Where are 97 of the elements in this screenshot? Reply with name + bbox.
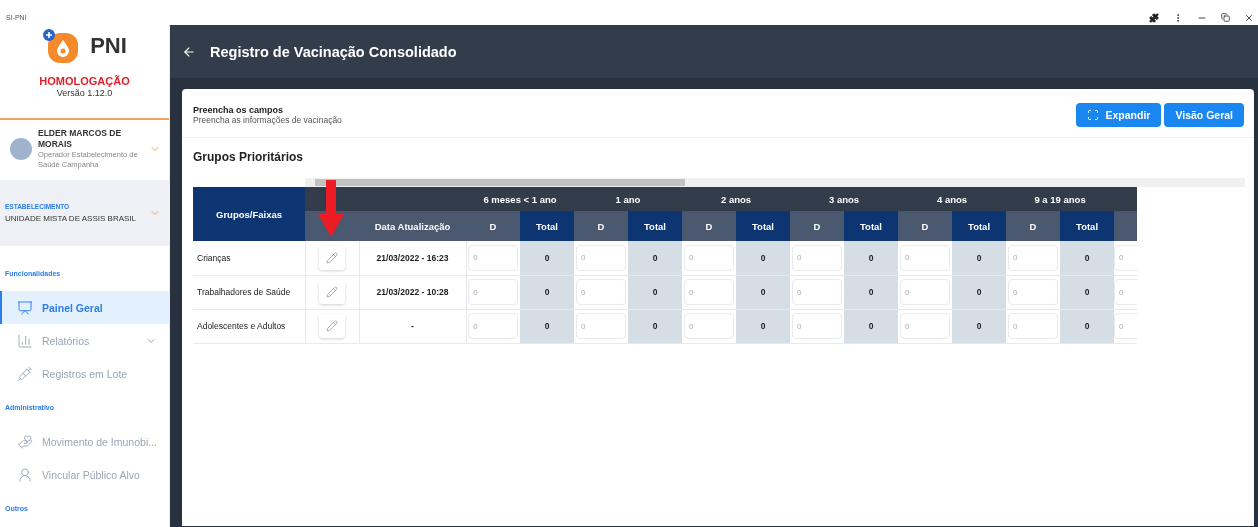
card-title: Preencha os campos [193, 105, 285, 115]
dose-input[interactable]: 0 [1008, 313, 1059, 339]
syringe-icon [17, 365, 33, 382]
table-cell: 0 [628, 275, 682, 309]
column-header: D [574, 211, 628, 241]
nav-item[interactable]: Vincular Público Alvo [0, 458, 169, 491]
column-header: D [790, 211, 844, 241]
table-cell: 0 [520, 275, 574, 309]
table-cell: 0 [1060, 241, 1115, 275]
column-group-header: 3 anos [790, 187, 899, 211]
back-arrow-icon[interactable] [182, 44, 196, 59]
nav-item[interactable]: Relatórios [0, 324, 169, 357]
version-label: Versão 1.12.0 [56, 88, 113, 98]
table-cell: 0 [952, 241, 1007, 275]
dose-input[interactable]: 0 [1114, 313, 1137, 339]
column-header: Data Atualização [359, 211, 466, 241]
horizontal-scrollbar[interactable] [305, 178, 1245, 187]
table-cell: 0 [844, 241, 899, 275]
environment-label: HOMOLOGAÇÃO [39, 75, 130, 87]
dose-input[interactable]: 0 [792, 244, 842, 271]
brand-name: PNI [90, 33, 127, 59]
table-cell: - [359, 309, 466, 343]
dose-input[interactable]: 0 [576, 313, 626, 339]
bar-chart-icon [17, 332, 33, 349]
dose-input[interactable]: 0 [1008, 279, 1059, 305]
dose-input[interactable]: 0 [1114, 244, 1137, 271]
expand-icon [1087, 109, 1100, 121]
table-cell: 0 [736, 275, 790, 309]
down-arrow-icon [318, 180, 344, 237]
pencil-icon [326, 286, 338, 298]
nav-item[interactable]: Movimento de Imunobi... [0, 425, 169, 458]
column-group-header: 9 a 19 anos [1006, 187, 1115, 211]
column-header: D [1006, 211, 1061, 241]
establishment-name: UNIDADE MISTA DE ASSIS BRASIL [5, 214, 137, 223]
dose-input[interactable]: 0 [684, 279, 734, 305]
edit-button[interactable] [319, 280, 345, 304]
pencil-icon [326, 320, 338, 332]
presentation-board-icon [17, 299, 33, 316]
restore-icon[interactable] [1221, 13, 1230, 22]
close-icon[interactable] [1244, 12, 1254, 23]
pencil-icon [326, 251, 338, 264]
edit-button[interactable] [319, 314, 345, 338]
table-cell: 0 [844, 309, 899, 343]
table-cell: 21/03/2022 - 10:28 [359, 275, 466, 309]
dose-input[interactable]: 0 [1114, 279, 1137, 305]
table-cell: Crianças [193, 241, 305, 275]
nav-item[interactable]: Registros em Lote [0, 357, 169, 390]
user-avatar [10, 138, 32, 160]
column-header: D [898, 211, 953, 241]
column-header: Total [520, 211, 574, 241]
column-header: D [466, 211, 520, 241]
page-title: Registro de Vacinação Consolidado [210, 43, 457, 60]
column-header: Total [844, 211, 899, 241]
column-header: D [682, 211, 736, 241]
section-title: Grupos Prioritários [192, 149, 305, 166]
table-cell: Adolescentes e Adultos [193, 309, 305, 343]
column-group-header: 1 ano [574, 187, 682, 211]
card-subtitle: Preencha as informações de vacinação [193, 115, 342, 125]
column-header: Total [952, 211, 1007, 241]
dose-input[interactable]: 0 [900, 279, 951, 305]
overview-button[interactable]: Visão Geral [1164, 103, 1244, 127]
dose-input[interactable]: 0 [792, 279, 842, 305]
table-cell: 0 [628, 241, 682, 275]
column-header: Total [628, 211, 682, 241]
column-group-header: 2 anos [682, 187, 790, 211]
table-cell: 21/03/2022 - 16:23 [359, 241, 466, 275]
column-header: Total [736, 211, 790, 241]
column-header: Total [1060, 211, 1115, 241]
column-header: Grupos/Faixas [193, 187, 305, 241]
nav-item[interactable]: Painel Geral [0, 291, 169, 324]
user-name: ELDER MARCOS DE MORAIS [38, 128, 123, 150]
dose-input[interactable]: 0 [792, 313, 842, 339]
puzzle-icon[interactable] [1149, 12, 1159, 23]
dose-input[interactable]: 0 [684, 244, 734, 271]
dose-input[interactable]: 0 [576, 244, 626, 271]
dose-input[interactable]: 0 [576, 279, 626, 305]
table-cell: 0 [736, 241, 790, 275]
table-cell: 0 [1060, 309, 1115, 343]
table-cell: Trabalhadores de Saúde [193, 275, 305, 309]
hand-drop-icon [17, 433, 33, 450]
edit-button[interactable] [319, 245, 345, 270]
table-cell: 0 [736, 309, 790, 343]
column-group-header: 4 anos [898, 187, 1007, 211]
table-cell: 0 [952, 275, 1007, 309]
table-cell: 0 [520, 309, 574, 343]
dose-input[interactable]: 0 [1008, 244, 1059, 271]
expand-button[interactable]: Expandir [1076, 103, 1162, 127]
user-icon [17, 466, 33, 483]
dose-input[interactable]: 0 [900, 244, 951, 271]
table-cell: 0 [844, 275, 899, 309]
table-cell: 0 [520, 241, 574, 275]
table-cell: 0 [628, 309, 682, 343]
table-cell: 0 [952, 309, 1007, 343]
dose-input[interactable]: 0 [900, 313, 951, 339]
dose-input[interactable]: 0 [684, 313, 734, 339]
table-cell: 0 [1060, 275, 1115, 309]
column-group-header: 6 meses < 1 ano [466, 187, 574, 211]
